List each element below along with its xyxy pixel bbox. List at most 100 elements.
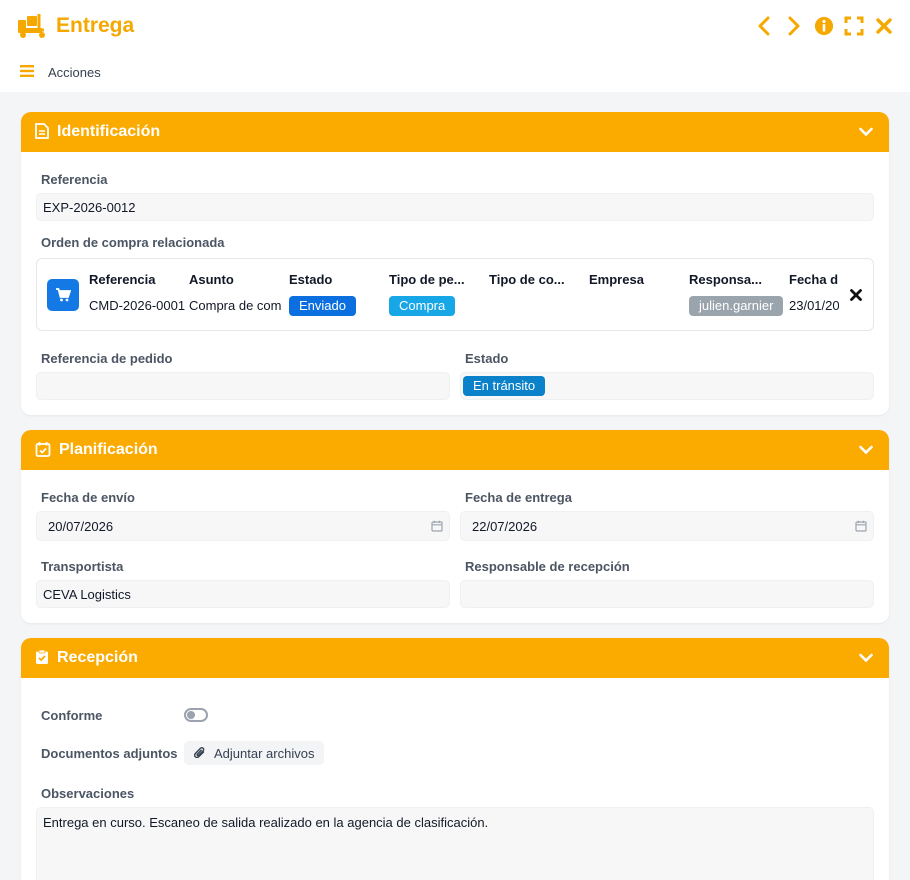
form-content: Identificación Referencia EXP-2026-0012 … bbox=[0, 92, 910, 880]
transportista-label: Transportista bbox=[41, 559, 124, 574]
fecha-envio-field[interactable]: 20/07/2026 bbox=[36, 511, 450, 541]
fechas-row: Fecha de envío 20/07/2026 Fecha de entre… bbox=[36, 484, 874, 541]
identificacion-body: Referencia EXP-2026-0012 Orden de compra… bbox=[21, 152, 889, 415]
related-tipo-compra bbox=[489, 296, 589, 316]
col-tipo-compra: Tipo de co... bbox=[489, 266, 589, 324]
entrega-window: Entrega Acciones Identificación Referenc… bbox=[0, 0, 910, 880]
clipboard-check-icon bbox=[35, 649, 49, 668]
actions-bar: Acciones bbox=[0, 52, 910, 92]
orden-compra-label: Orden de compra relacionada bbox=[41, 235, 225, 250]
responsable-group: Responsable de recepción bbox=[460, 553, 874, 608]
related-order-card[interactable]: Referencia CMD-2026-0001 Asunto Compra d… bbox=[36, 258, 874, 331]
calendar-icon[interactable] bbox=[855, 520, 867, 532]
hamburger-icon[interactable] bbox=[20, 64, 34, 80]
identificacion-header[interactable]: Identificación bbox=[21, 112, 889, 152]
related-tipo-pedido: Compra bbox=[389, 295, 489, 316]
fecha-envio-value: 20/07/2026 bbox=[48, 518, 114, 534]
window-controls bbox=[754, 15, 894, 37]
col-referencia: Referencia CMD-2026-0001 bbox=[89, 266, 189, 324]
column-header: Tipo de co... bbox=[489, 271, 565, 287]
paperclip-icon bbox=[194, 746, 206, 760]
col-responsable: Responsa... julien.garnier bbox=[689, 266, 789, 324]
related-order-columns: Referencia CMD-2026-0001 Asunto Compra d… bbox=[89, 266, 839, 324]
related-fecha: 23/01/2026 bbox=[789, 297, 839, 313]
identificacion-panel: Identificación Referencia EXP-2026-0012 … bbox=[21, 112, 889, 415]
info-icon[interactable] bbox=[814, 15, 834, 37]
related-empresa bbox=[589, 296, 689, 316]
identificacion-title: Identificación bbox=[57, 123, 161, 140]
fecha-entrega-value: 22/07/2026 bbox=[472, 518, 538, 534]
related-asunto: Compra de com bbox=[189, 297, 282, 313]
transporte-row: Transportista CEVA Logistics Responsable… bbox=[36, 553, 874, 608]
chevron-down-icon[interactable] bbox=[857, 441, 875, 459]
documentos-label: Documentos adjuntos bbox=[41, 745, 178, 761]
estado-group: Estado En tránsito bbox=[460, 345, 874, 400]
calendar-icon[interactable] bbox=[431, 520, 443, 532]
recepcion-panel: Recepción Conforme Documentos adjuntos A… bbox=[21, 638, 889, 880]
fecha-entrega-group: Fecha de entrega 22/07/2026 bbox=[460, 484, 874, 541]
ref-pedido-group: Referencia de pedido bbox=[36, 345, 450, 400]
documentos-row: Documentos adjuntos Adjuntar archivos bbox=[36, 738, 874, 768]
planificacion-title: Planificación bbox=[59, 441, 158, 458]
col-asunto: Asunto Compra de com bbox=[189, 266, 289, 324]
recepcion-header[interactable]: Recepción bbox=[21, 638, 889, 678]
column-header: Referencia bbox=[89, 271, 156, 287]
pedido-estado-row: Referencia de pedido Estado En tránsito bbox=[36, 345, 874, 400]
responsable-label: Responsable de recepción bbox=[465, 559, 630, 574]
ref-pedido-label: Referencia de pedido bbox=[41, 351, 173, 366]
referencia-label: Referencia bbox=[41, 172, 108, 187]
related-estado: Enviado bbox=[289, 295, 389, 316]
referencia-field[interactable]: EXP-2026-0012 bbox=[36, 193, 874, 221]
fecha-entrega-label: Fecha de entrega bbox=[465, 490, 572, 505]
col-tipo-pedido: Tipo de pe... Compra bbox=[389, 266, 489, 324]
attach-files-label: Adjuntar archivos bbox=[214, 745, 315, 761]
column-header: Empresa bbox=[589, 271, 644, 287]
close-icon[interactable] bbox=[874, 15, 894, 37]
col-estado: Estado Enviado bbox=[289, 266, 389, 324]
conforme-row: Conforme bbox=[36, 700, 874, 730]
estado-field[interactable]: En tránsito bbox=[460, 372, 874, 400]
col-empresa: Empresa bbox=[589, 266, 689, 324]
attach-files-button[interactable]: Adjuntar archivos bbox=[184, 741, 325, 765]
remove-icon[interactable] bbox=[848, 287, 864, 303]
transportista-field[interactable]: CEVA Logistics bbox=[36, 580, 450, 608]
cart-icon[interactable] bbox=[47, 278, 79, 311]
transportista-group: Transportista CEVA Logistics bbox=[36, 553, 450, 608]
related-referencia: CMD-2026-0001 bbox=[89, 297, 186, 313]
column-header: Tipo de pe... bbox=[389, 271, 465, 287]
responsable-field[interactable] bbox=[460, 580, 874, 608]
column-header: Estado bbox=[289, 271, 333, 287]
column-header: Fecha d bbox=[789, 271, 839, 287]
conforme-label: Conforme bbox=[41, 707, 103, 723]
chevron-left-icon[interactable] bbox=[754, 15, 774, 37]
document-icon bbox=[35, 122, 49, 142]
truck-icon bbox=[16, 12, 48, 40]
chevron-down-icon[interactable] bbox=[857, 649, 875, 667]
fecha-envio-label: Fecha de envío bbox=[41, 490, 135, 505]
chevron-down-icon[interactable] bbox=[857, 123, 875, 141]
user-badge: julien.garnier bbox=[689, 295, 784, 316]
planificacion-panel: Planificación Fecha de envío 20/07/2026 bbox=[21, 430, 889, 623]
column-header: Responsa... bbox=[689, 271, 762, 287]
estado-label: Estado bbox=[465, 351, 509, 366]
planificacion-body: Fecha de envío 20/07/2026 Fecha de entre… bbox=[21, 470, 889, 623]
status-badge: Enviado bbox=[289, 295, 356, 316]
related-responsable: julien.garnier bbox=[689, 295, 789, 316]
actions-menu-label[interactable]: Acciones bbox=[48, 65, 101, 80]
observaciones-textarea[interactable]: Entrega en curso. Escaneo de salida real… bbox=[36, 807, 874, 880]
ref-pedido-field[interactable] bbox=[36, 372, 450, 400]
col-fecha: Fecha d 23/01/2026 bbox=[789, 266, 839, 324]
recepcion-body: Conforme Documentos adjuntos Adjuntar ar… bbox=[21, 678, 889, 880]
status-badge: En tránsito bbox=[463, 376, 546, 396]
fecha-entrega-field[interactable]: 22/07/2026 bbox=[460, 511, 874, 541]
fullscreen-icon[interactable] bbox=[844, 15, 864, 37]
chevron-right-icon[interactable] bbox=[784, 15, 804, 37]
planificacion-header[interactable]: Planificación bbox=[21, 430, 889, 470]
recepcion-title: Recepción bbox=[57, 649, 138, 666]
conforme-toggle[interactable] bbox=[184, 708, 208, 722]
fecha-envio-group: Fecha de envío 20/07/2026 bbox=[36, 484, 450, 541]
window-title: Entrega bbox=[56, 14, 135, 37]
observaciones-label: Observaciones bbox=[41, 786, 135, 801]
title-bar: Entrega bbox=[0, 0, 910, 52]
type-badge: Compra bbox=[389, 295, 456, 316]
